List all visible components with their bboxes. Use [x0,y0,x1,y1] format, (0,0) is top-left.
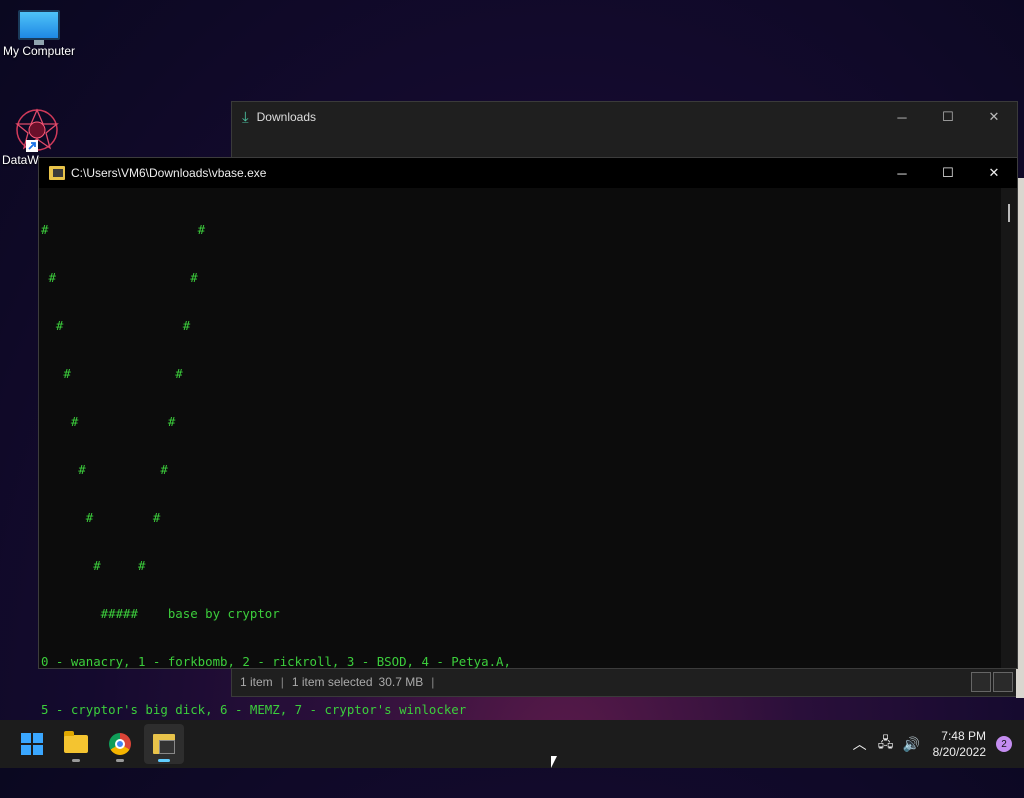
terminal-line: # # [41,222,206,237]
close-button[interactable]: ✕ [971,102,1017,132]
taskbar: ︿ 🖧 🔊 7:48 PM 8/20/2022 2 [0,720,1024,768]
chevron-up-icon[interactable]: ︿ [847,734,873,754]
terminal-line: # # [41,558,146,573]
maximize-button[interactable]: ☐ [925,158,971,188]
console-titlebar[interactable]: C:\Users\VM6\Downloads\vbase.exe [39,158,1017,188]
window-title: C:\Users\VM6\Downloads\vbase.exe [71,166,267,180]
windows-logo-icon [21,733,43,755]
console-window[interactable]: C:\Users\VM6\Downloads\vbase.exe ─ ☐ ✕ #… [38,157,1018,765]
terminal-line: # # [41,318,191,333]
close-button[interactable]: ✕ [971,158,1017,188]
terminal-line: # # [41,510,161,525]
window-title: Downloads [256,110,317,124]
terminal-line: 0 - wanacry, 1 - forkbomb, 2 - rickroll,… [41,654,511,669]
desktop-icon-my-computer[interactable]: My Computer [0,10,79,58]
clock[interactable]: 7:48 PM 8/20/2022 [925,728,996,760]
start-button[interactable] [12,724,52,764]
taskbar-file-explorer[interactable] [56,724,96,764]
terminal-line: # # [41,270,198,285]
network-icon[interactable]: 🖧 [873,732,899,756]
desktop-icon-label: My Computer [2,44,76,58]
console-app-icon [49,166,65,180]
minimize-button[interactable]: ─ [879,102,925,132]
maximize-button[interactable]: ☐ [925,102,971,132]
console-app-icon [153,734,175,754]
terminal-line: ##### base by cryptor [41,606,280,621]
monitor-icon [18,10,60,45]
volume-icon[interactable]: 🔊 [899,736,925,753]
download-icon: ⤓ [242,108,249,126]
folder-icon [64,731,88,753]
chrome-icon [109,733,131,755]
datawipe-icon [15,108,59,152]
clock-time: 7:48 PM [941,729,986,743]
system-tray: ︿ 🖧 🔊 7:48 PM 8/20/2022 2 [847,720,1024,768]
terminal-line: # # [41,366,183,381]
scrollbar-thumb[interactable] [1008,204,1010,222]
clock-date: 8/20/2022 [932,745,986,759]
console-scrollbar[interactable] [1001,188,1017,668]
terminal-line: # # [41,462,168,477]
taskbar-vbase-console[interactable] [144,724,184,764]
minimize-button[interactable]: ─ [879,158,925,188]
terminal-line: 5 - cryptor's big dick, 6 - MEMZ, 7 - cr… [41,702,467,717]
notification-badge[interactable]: 2 [996,736,1012,752]
terminal-output[interactable]: # # # # # # # # # # # # # # # # ##### ba… [41,190,1001,765]
taskbar-chrome[interactable] [100,724,140,764]
terminal-line: # # [41,414,176,429]
mouse-cursor-icon [551,756,557,768]
